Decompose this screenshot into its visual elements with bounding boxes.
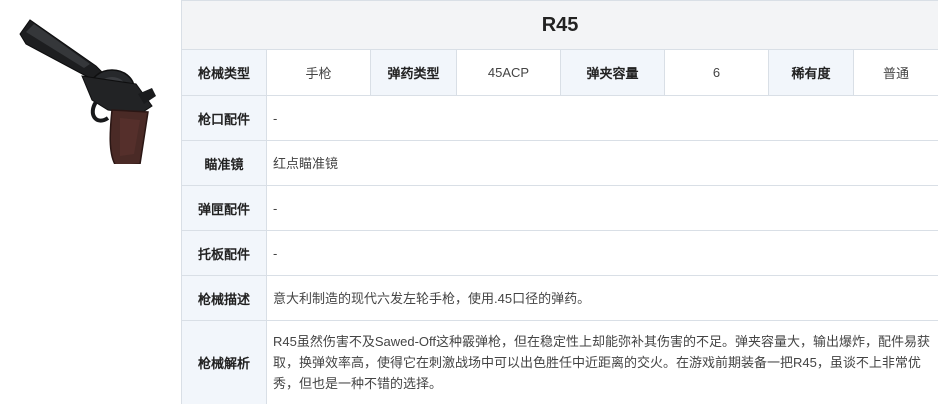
stock-attachment-label: 托板配件 [181,230,267,276]
revolver-icon [19,19,156,164]
gun-type-label: 枪械类型 [181,49,267,96]
magazine-attachment-row: 弹匣配件 - [181,185,938,231]
ammo-type-label: 弹药类型 [370,49,457,96]
analysis-label: 枪械解析 [181,320,267,404]
mag-capacity-value: 6 [664,49,769,96]
muzzle-attachment-label: 枪口配件 [181,95,267,141]
rarity-value: 普通 [852,49,938,96]
rarity-label: 稀有度 [768,49,854,96]
description-value: 意大利制造的现代六发左轮手枪，使用.45口径的弹药。 [265,275,938,321]
description-label: 枪械描述 [181,275,267,321]
scope-value: 红点瞄准镜 [265,140,938,186]
muzzle-attachment-row: 枪口配件 - [181,95,938,141]
weapon-name-title: R45 [180,0,938,50]
muzzle-attachment-value: - [265,95,938,141]
weapon-info-page: R45 枪械类型 手枪 弹药类型 45ACP 弹夹容量 6 稀有度 普通 枪口配… [0,0,938,404]
scope-row: 瞄准镜 红点瞄准镜 [181,140,938,186]
gun-type-value: 手枪 [266,49,371,96]
ammo-type-value: 45ACP [456,49,561,96]
magazine-attachment-value: - [265,185,938,231]
weapon-image-pane [0,0,181,404]
weapon-spec-table: R45 枪械类型 手枪 弹药类型 45ACP 弹夹容量 6 稀有度 普通 枪口配… [180,0,938,404]
analysis-row: 枪械解析 R45虽然伤害不及Sawed-Off这种霰弹枪，但在稳定性上却能弥补其… [181,320,938,404]
stock-attachment-value: - [265,230,938,276]
magazine-attachment-label: 弹匣配件 [181,185,267,231]
title-row: R45 [180,0,938,50]
analysis-value: R45虽然伤害不及Sawed-Off这种霰弹枪，但在稳定性上却能弥补其伤害的不足… [265,320,938,404]
stock-attachment-row: 托板配件 - [181,230,938,276]
scope-label: 瞄准镜 [181,140,267,186]
spec-row: 枪械类型 手枪 弹药类型 45ACP 弹夹容量 6 稀有度 普通 [181,49,938,96]
mag-capacity-label: 弹夹容量 [560,49,665,96]
description-row: 枪械描述 意大利制造的现代六发左轮手枪，使用.45口径的弹药。 [181,275,938,321]
